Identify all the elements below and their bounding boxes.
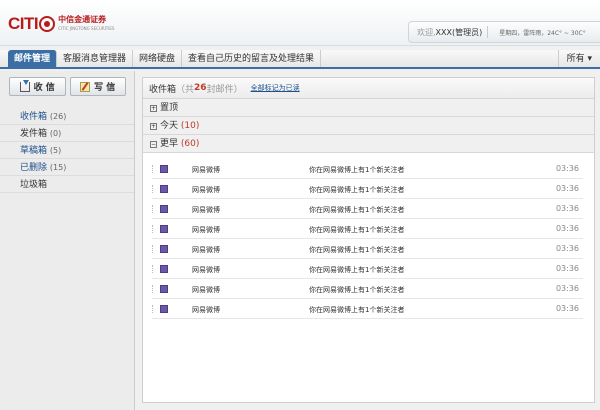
- mail-subject[interactable]: 你在网易微博上有1个新关注者: [309, 305, 404, 315]
- drag-handle-icon[interactable]: [152, 245, 154, 253]
- write-label: 写 信: [94, 83, 116, 93]
- header: CITI 中信金通证券 CITIC JINGTONG SECURITIES 欢迎…: [0, 0, 600, 46]
- mail-subject[interactable]: 你在网易微博上有1个新关注者: [309, 285, 404, 295]
- mail-envelope-icon: [160, 305, 168, 313]
- mail-time: 03:36: [555, 204, 579, 213]
- logo-ring-icon: [39, 16, 56, 32]
- expand-icon[interactable]: +: [150, 105, 157, 112]
- mail-from: 网易微博: [192, 246, 220, 254]
- mail-row[interactable]: 网易微博 你在网易微博上有1个新关注者 03:36: [152, 179, 583, 199]
- mail-time: 03:36: [555, 304, 579, 313]
- divider: [487, 26, 489, 38]
- mail-envelope-icon: [160, 225, 168, 233]
- mail-envelope-icon: [160, 165, 168, 173]
- compose-bar: 收 信 写 信: [0, 71, 134, 96]
- tab-network-disk[interactable]: 网络硬盘: [133, 50, 183, 67]
- mail-row[interactable]: 网易微博 你在网易微博上有1个新关注者 03:36: [152, 219, 583, 239]
- mail-subject[interactable]: 你在网易微博上有1个新关注者: [309, 265, 404, 275]
- mail-subject[interactable]: 你在网易微博上有1个新关注者: [309, 245, 404, 255]
- mail-envelope-icon: [160, 245, 168, 253]
- mail-from: 网易微博: [192, 226, 220, 234]
- count-prefix: （共: [176, 84, 195, 95]
- inbox-download-icon: [19, 79, 30, 92]
- drag-handle-icon[interactable]: [152, 165, 154, 173]
- mail-from: 网易微博: [192, 186, 220, 194]
- pencil-note-icon: [80, 81, 91, 92]
- mail-count: 26: [194, 83, 207, 93]
- brand-logo[interactable]: CITI 中信金通证券 CITIC JINGTONG SECURITIES: [8, 14, 114, 34]
- logo-text: 中信金通证券 CITIC JINGTONG SECURITIES: [58, 15, 114, 33]
- mail-row[interactable]: 网易微博 你在网易微博上有1个新关注者 03:36: [152, 259, 583, 279]
- mail-time: 03:36: [555, 224, 579, 233]
- inbox-title: 收件箱: [149, 84, 177, 95]
- mail-from: 网易微博: [192, 166, 220, 174]
- mail-row[interactable]: 网易微博 你在网易微博上有1个新关注者 03:36: [152, 299, 583, 319]
- inbox-header: 收件箱 （共 26 封邮件） 全部标记为已读: [143, 78, 594, 99]
- sidebar-item-trash[interactable]: 垃圾箱: [0, 176, 134, 193]
- weather-info: 星期四，雷阵雨，24C° ~ 30C°: [499, 29, 586, 37]
- drag-handle-icon[interactable]: [152, 285, 154, 293]
- user-bar: 欢迎,XXX(管理员) 星期四，雷阵雨，24C° ~ 30C°: [408, 21, 600, 43]
- mail-from: 网易微博: [192, 306, 220, 314]
- group-pinned[interactable]: + 置顶: [143, 99, 594, 117]
- mail-list: 网易微博 你在网易微博上有1个新关注者 03:36 网易微博 你在网易微博上有1个新关…: [143, 153, 594, 319]
- welcome-text: 欢迎,XXX(管理员): [417, 27, 483, 37]
- mail-subject[interactable]: 你在网易微博上有1个新关注者: [309, 205, 404, 215]
- drag-handle-icon[interactable]: [152, 305, 154, 313]
- tab-message-history[interactable]: 查看自己历史的留言及处理结果: [182, 50, 322, 67]
- mail-from: 网易微博: [192, 266, 220, 274]
- inbox-panel: 收件箱 （共 26 封邮件） 全部标记为已读 + 置顶 + 今天 (10) − 更早 …: [142, 77, 595, 403]
- mail-subject[interactable]: 你在网易微博上有1个新关注者: [309, 185, 404, 195]
- drag-handle-icon[interactable]: [152, 185, 154, 193]
- mail-from: 网易微博: [192, 206, 220, 214]
- drag-handle-icon[interactable]: [152, 205, 154, 213]
- sidebar-item-drafts[interactable]: 草稿箱 (5): [0, 142, 134, 159]
- count-suffix: 封邮件）: [206, 84, 243, 95]
- expand-icon[interactable]: +: [150, 123, 157, 130]
- user-name[interactable]: XXX(管理员): [436, 28, 483, 37]
- mail-row[interactable]: 网易微博 你在网易微博上有1个新关注者 03:36: [152, 199, 583, 219]
- group-earlier[interactable]: − 更早 (60): [143, 135, 594, 153]
- logo-en: CITIC JINGTONG SECURITIES: [58, 26, 115, 31]
- mail-time: 03:36: [555, 284, 579, 293]
- mark-all-read-link[interactable]: 全部标记为已读: [251, 83, 300, 93]
- collapse-icon[interactable]: −: [150, 141, 157, 148]
- drag-handle-icon[interactable]: [152, 265, 154, 273]
- mail-time: 03:36: [555, 264, 579, 273]
- mail-time: 03:36: [555, 184, 579, 193]
- tab-mail-management[interactable]: 邮件管理: [8, 50, 58, 67]
- folder-list: 收件箱 (26) 发件箱 (0) 草稿箱 (5) 已删除 (15) 垃圾箱: [0, 108, 134, 193]
- mail-envelope-icon: [160, 285, 168, 293]
- sidebar-item-inbox[interactable]: 收件箱 (26): [0, 108, 134, 125]
- group-today[interactable]: + 今天 (10): [143, 117, 594, 135]
- mail-envelope-icon: [160, 185, 168, 193]
- mail-from: 网易微博: [192, 286, 220, 294]
- logo-cn: 中信金通证券: [58, 15, 107, 24]
- mail-row[interactable]: 网易微博 你在网易微博上有1个新关注者 03:36: [152, 279, 583, 299]
- mail-envelope-icon: [160, 205, 168, 213]
- sidebar-item-sent[interactable]: 发件箱 (0): [0, 125, 134, 142]
- write-button[interactable]: 写 信: [69, 77, 126, 96]
- main-nav: 邮件管理 客服消息管理器 网络硬盘 查看自己历史的留言及处理结果 所有 ▾: [0, 50, 600, 69]
- mail-subject[interactable]: 你在网易微博上有1个新关注者: [309, 225, 404, 235]
- logo-main: CITI: [8, 14, 39, 33]
- sidebar: 收 信 写 信 收件箱 (26) 发件箱 (0) 草稿箱 (5) 已删除 (15…: [0, 71, 135, 410]
- mail-envelope-icon: [160, 265, 168, 273]
- receive-button[interactable]: 收 信: [9, 77, 66, 96]
- mail-row[interactable]: 网易微博 你在网易微博上有1个新关注者 03:36: [152, 159, 583, 179]
- mail-time: 03:36: [555, 164, 579, 173]
- tab-customer-messages[interactable]: 客服消息管理器: [57, 50, 134, 67]
- mail-row[interactable]: 网易微博 你在网易微博上有1个新关注者 03:36: [152, 239, 583, 259]
- all-dropdown[interactable]: 所有 ▾: [557, 50, 600, 67]
- mail-subject[interactable]: 你在网易微博上有1个新关注者: [309, 165, 404, 175]
- mail-time: 03:36: [555, 244, 579, 253]
- receive-label: 收 信: [33, 83, 55, 93]
- sidebar-item-deleted[interactable]: 已删除 (15): [0, 159, 134, 176]
- drag-handle-icon[interactable]: [152, 225, 154, 233]
